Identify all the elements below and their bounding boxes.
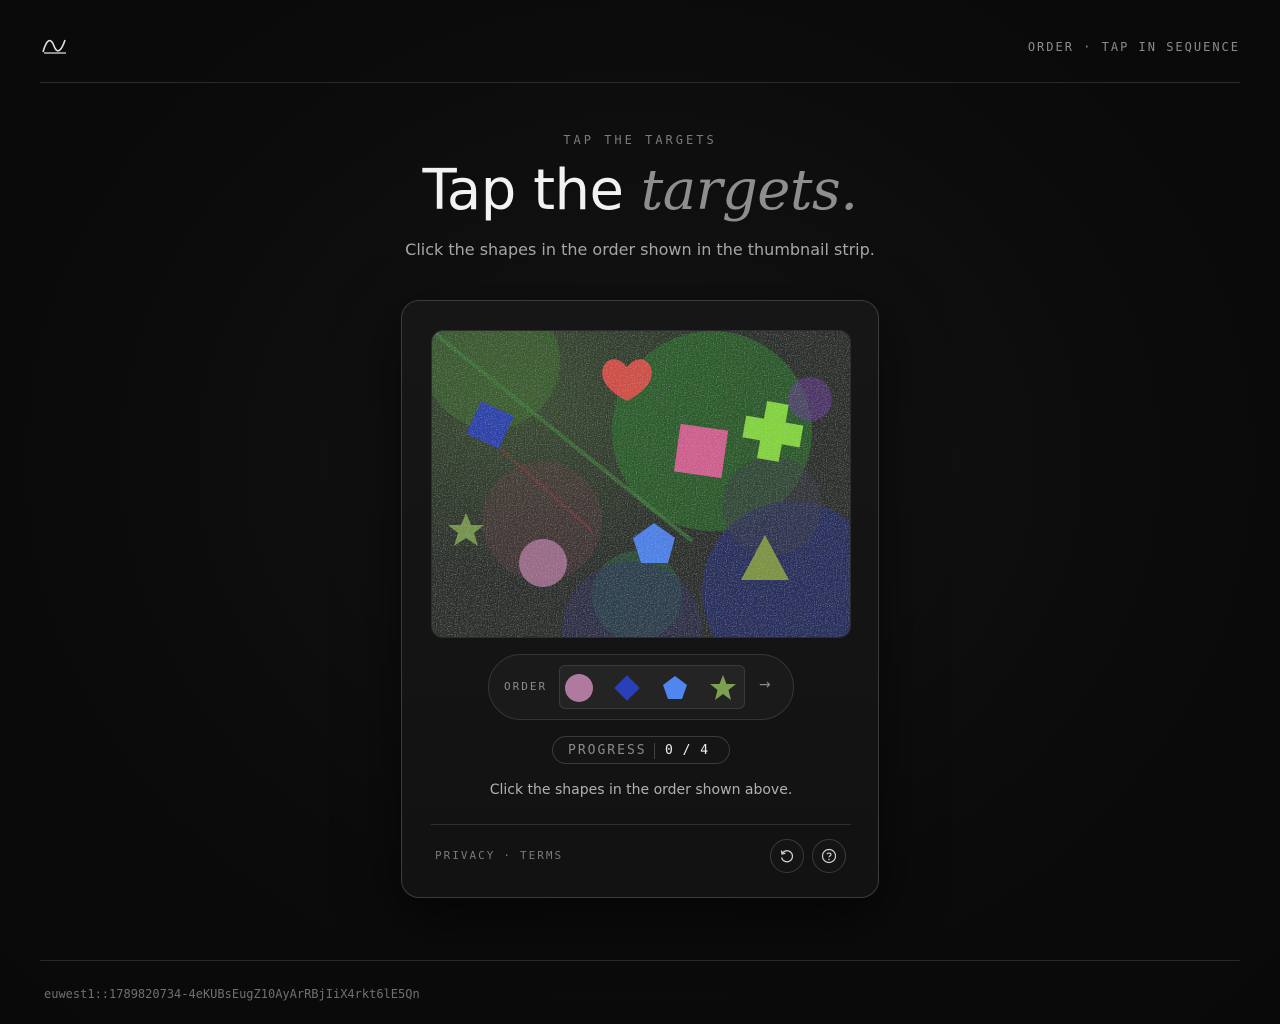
session-id: euwest1::1789820734-4eKUBsEugZ10AyArRBjI… xyxy=(44,987,420,1001)
help-button[interactable] xyxy=(812,839,846,873)
thumbnail-pentagon[interactable] xyxy=(660,673,690,703)
reload-icon xyxy=(780,850,794,863)
challenge-canvas[interactable] xyxy=(431,330,851,638)
legal-separator: · xyxy=(503,849,512,862)
thumbnail-strip xyxy=(559,665,745,709)
thumbnail-circle[interactable] xyxy=(564,673,594,703)
header: ORDER · TAP IN SEQUENCE xyxy=(40,0,1240,83)
title-accent: targets. xyxy=(640,158,858,223)
wave-logo-icon xyxy=(42,39,66,54)
progress-indicator: PROGRESS 0 / 4 xyxy=(552,736,730,764)
card-divider xyxy=(431,824,851,825)
progress-label: PROGRESS xyxy=(568,743,647,758)
order-label: ORDER xyxy=(504,680,548,693)
title-main: Tap the xyxy=(422,158,641,223)
help-icon xyxy=(821,848,837,864)
square-shape xyxy=(673,423,729,479)
privacy-link[interactable]: PRIVACY xyxy=(435,849,495,862)
terms-link[interactable]: TERMS xyxy=(520,849,563,862)
reload-button[interactable] xyxy=(770,839,804,873)
thumbnail-star[interactable] xyxy=(708,673,738,703)
thumbnail-diamond[interactable] xyxy=(612,673,642,703)
footer-divider xyxy=(40,960,1240,961)
progress-value: 0 / 4 xyxy=(665,743,710,758)
eyebrow: TAP THE TARGETS xyxy=(563,133,717,147)
instruction-text: Click the shapes in the order shown abov… xyxy=(489,782,793,798)
legal-links: PRIVACY · TERMS xyxy=(435,849,563,862)
circle-shape xyxy=(519,539,567,587)
progress-divider xyxy=(654,743,655,759)
arrow-right-icon[interactable]: → xyxy=(759,677,771,693)
mode-label: ORDER · TAP IN SEQUENCE xyxy=(1027,40,1240,54)
order-strip: ORDER → xyxy=(488,654,794,720)
page-title: Tap the targets. xyxy=(0,158,1280,223)
page-subtitle: Click the shapes in the order shown in t… xyxy=(405,240,875,259)
challenge-card: ORDER → PROGRESS 0 / 4 Click the shapes … xyxy=(401,300,879,898)
captcha-page: ORDER · TAP IN SEQUENCE TAP THE TARGETS … xyxy=(0,0,1280,1024)
